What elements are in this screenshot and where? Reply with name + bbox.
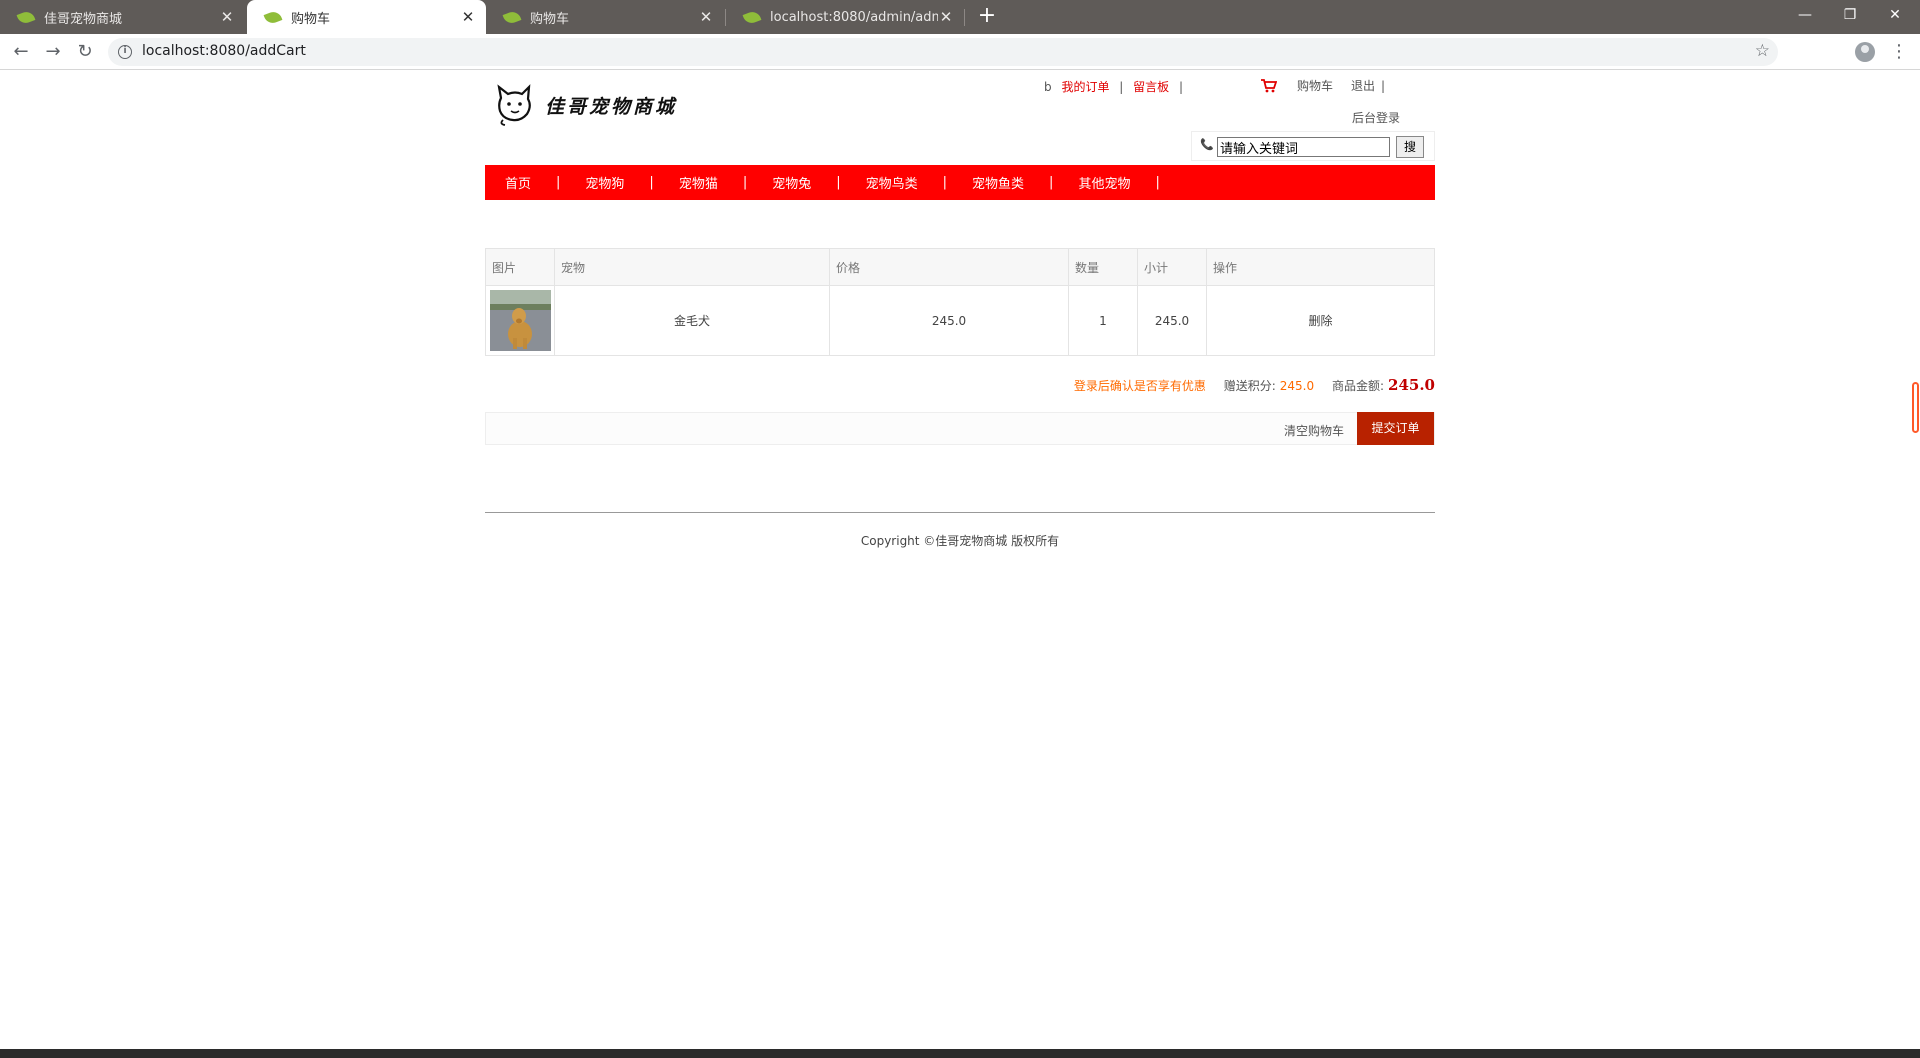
- url-text[interactable]: localhost:8080/addCart: [142, 43, 306, 59]
- my-orders-link[interactable]: 我的订单: [1061, 80, 1109, 94]
- footer-divider: [485, 512, 1435, 513]
- table-row: 金毛犬 245.0 1 245.0 删除: [485, 285, 1435, 356]
- tab-title: 购物车: [530, 11, 570, 27]
- user-prefix: b: [1044, 80, 1052, 94]
- pet-image-cell: [485, 285, 555, 356]
- nav-item-birds[interactable]: 宠物鸟类: [866, 173, 918, 192]
- copyright-text: Copyright ©佳哥宠物商城 版权所有: [860, 534, 1060, 548]
- scrollbar-thumb[interactable]: [1912, 382, 1919, 433]
- logo-text: 佳哥宠物商城: [545, 95, 678, 118]
- pet-name-cell: 金毛犬: [554, 285, 830, 356]
- bookmark-star-icon[interactable]: ☆: [1755, 41, 1770, 61]
- nav-item-home[interactable]: 首页: [505, 173, 531, 192]
- nav-item-rabbits[interactable]: 宠物兔: [772, 173, 811, 192]
- cart-logout-links: 购物车 退出 |: [1261, 77, 1385, 94]
- page-viewport: 佳哥宠物商城 b 我的订单 | 留言板 | 购物车 退出 | 后台登录 📞 搜: [0, 71, 1920, 1046]
- tab-divider: [964, 9, 965, 26]
- column-header-pet: 宠物: [554, 248, 830, 286]
- close-icon[interactable]: ✕: [219, 9, 235, 25]
- nav-separator: |: [836, 175, 841, 190]
- cart-link[interactable]: 购物车: [1297, 77, 1333, 94]
- amount-value: 245.0: [1388, 376, 1435, 394]
- amount-label: 商品金额:: [1331, 379, 1385, 393]
- close-icon[interactable]: ✕: [938, 9, 954, 25]
- search-button[interactable]: 搜: [1396, 136, 1424, 158]
- spring-leaf-icon: [263, 9, 283, 25]
- subtotal-cell: 245.0: [1137, 285, 1207, 356]
- link-separator: |: [1381, 78, 1386, 93]
- reload-icon[interactable]: ↻: [73, 40, 97, 64]
- window-close-icon[interactable]: ✕: [1877, 4, 1913, 26]
- column-header-subtotal: 小计: [1137, 248, 1207, 286]
- column-header-action: 操作: [1206, 248, 1435, 286]
- back-arrow-icon[interactable]: ←: [9, 40, 33, 64]
- quantity-cell: 1: [1068, 285, 1138, 356]
- tab-title: 佳哥宠物商城: [44, 11, 123, 27]
- table-header-row: 图片 宠物 价格 数量 小计 操作: [485, 248, 1435, 286]
- nav-separator: |: [742, 175, 748, 190]
- forward-arrow-icon[interactable]: →: [41, 40, 65, 64]
- nav-separator: |: [649, 175, 654, 190]
- shopping-cart-icon[interactable]: [1261, 78, 1277, 93]
- new-tab-button[interactable]: +: [975, 5, 999, 29]
- column-header-quantity: 数量: [1068, 248, 1138, 286]
- nav-separator: |: [942, 175, 948, 190]
- cart-table: 图片 宠物 价格 数量 小计 操作 金毛犬 245.0 1 245.0 删除: [485, 248, 1435, 356]
- cart-action-bar: 清空购物车 提交订单: [485, 412, 1435, 445]
- minimize-icon[interactable]: —: [1787, 4, 1823, 26]
- address-bar: ← → ↻ i localhost:8080/addCart ☆ ⋮: [0, 34, 1920, 70]
- profile-avatar-icon[interactable]: [1855, 42, 1875, 62]
- main-nav: 首页 | 宠物狗 | 宠物猫 | 宠物兔 | 宠物鸟类 | 宠物鱼类 | 其他宠…: [485, 165, 1435, 200]
- message-board-link[interactable]: 留言板: [1133, 80, 1169, 94]
- site-logo[interactable]: 佳哥宠物商城: [493, 84, 677, 126]
- submit-order-button[interactable]: 提交订单: [1357, 412, 1434, 445]
- phone-icon: 📞: [1200, 138, 1214, 151]
- menu-dots-icon[interactable]: ⋮: [1890, 40, 1908, 64]
- browser-tab-4[interactable]: localhost:8080/admin/adminU ✕: [726, 0, 964, 34]
- login-discount-hint[interactable]: 登录后确认是否享有优惠: [1074, 379, 1206, 393]
- restore-icon[interactable]: ❐: [1832, 4, 1868, 26]
- spring-leaf-icon: [502, 9, 522, 25]
- cat-logo-icon: [497, 84, 531, 126]
- browser-tab-1[interactable]: 佳哥宠物商城 ✕: [0, 0, 245, 34]
- golden-retriever-photo[interactable]: [489, 290, 551, 351]
- spring-leaf-icon: [16, 9, 36, 25]
- column-header-image: 图片: [485, 248, 555, 286]
- nav-separator: |: [1049, 175, 1054, 190]
- browser-tab-2[interactable]: 购物车 ✕: [247, 0, 486, 34]
- nav-separator: |: [1155, 175, 1160, 190]
- nav-item-other-pets[interactable]: 其他宠物: [1078, 173, 1130, 192]
- browser-tab-bar: 佳哥宠物商城 ✕ 购物车 ✕ 购物车 ✕ localhost:8080/admi…: [0, 0, 1920, 34]
- logout-link[interactable]: 退出: [1351, 77, 1375, 94]
- nav-item-fish[interactable]: 宠物鱼类: [972, 173, 1024, 192]
- top-links: b 我的订单 | 留言板 |: [1044, 78, 1189, 95]
- order-summary: 登录后确认是否享有优惠 赠送积分: 245.0 商品金额: 245.0: [1060, 376, 1435, 394]
- points-value: 245.0: [1279, 379, 1315, 393]
- points-label: 赠送积分:: [1223, 379, 1276, 393]
- nav-item-dogs[interactable]: 宠物狗: [585, 173, 624, 192]
- os-taskbar: [0, 1049, 1920, 1058]
- delete-link[interactable]: 删除: [1206, 285, 1435, 356]
- url-field[interactable]: i localhost:8080/addCart ☆: [108, 38, 1778, 66]
- close-icon[interactable]: ✕: [698, 9, 714, 25]
- admin-login-link[interactable]: 后台登录: [1352, 109, 1400, 126]
- clear-cart-link[interactable]: 清空购物车: [1284, 422, 1344, 439]
- tab-title: 购物车: [291, 11, 331, 27]
- link-separator: |: [1119, 80, 1124, 94]
- column-header-price: 价格: [829, 248, 1069, 286]
- nav-item-cats[interactable]: 宠物猫: [679, 173, 718, 192]
- spring-leaf-icon: [742, 9, 762, 25]
- tab-title: localhost:8080/admin/adminU: [770, 9, 938, 25]
- search-box: 📞 搜: [1191, 131, 1435, 161]
- close-icon[interactable]: ✕: [460, 9, 476, 25]
- browser-tab-3[interactable]: 购物车 ✕: [486, 0, 724, 34]
- nav-separator: |: [556, 175, 561, 190]
- price-cell: 245.0: [829, 285, 1069, 356]
- search-input[interactable]: [1217, 137, 1390, 157]
- link-separator: |: [1179, 80, 1184, 94]
- info-icon[interactable]: i: [118, 45, 132, 59]
